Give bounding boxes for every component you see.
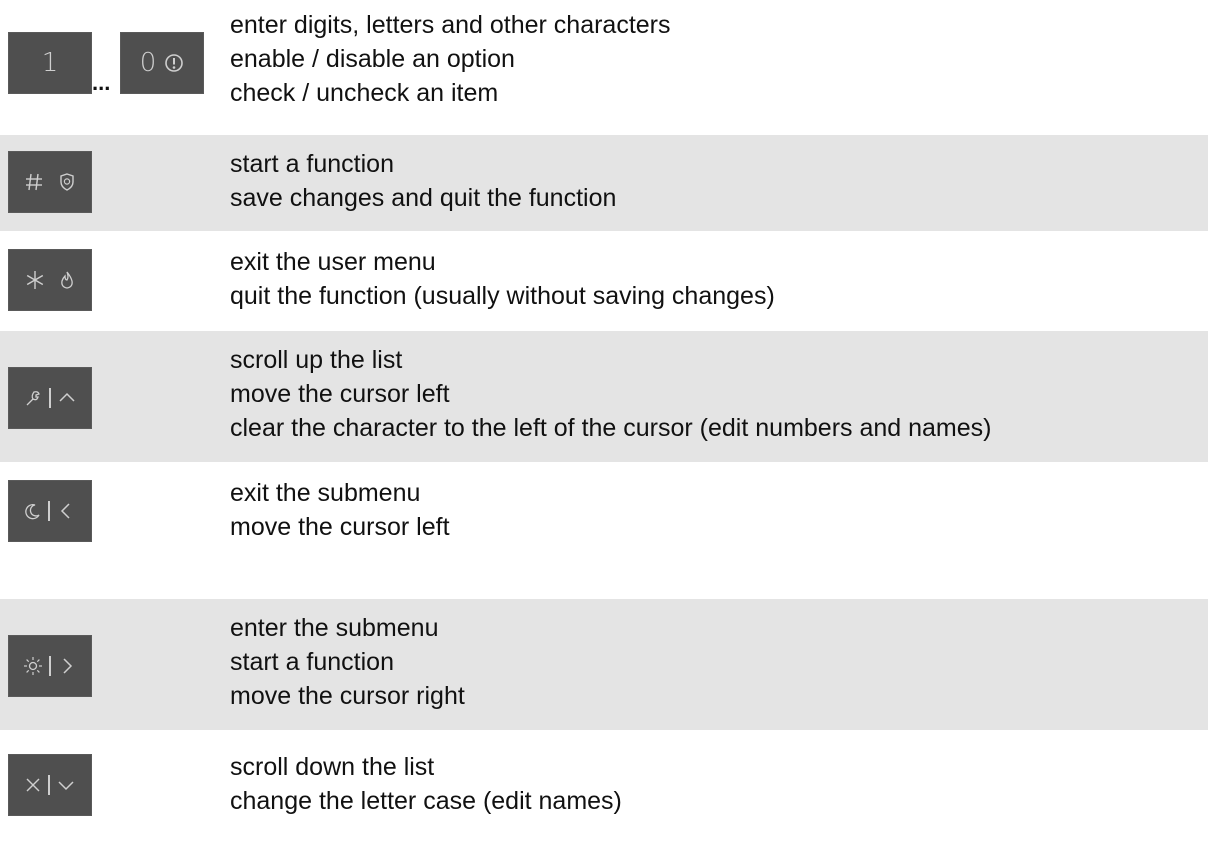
description-list: enter the submenu start a function move … (230, 611, 465, 713)
chevron-right-icon (63, 658, 72, 674)
description-line: move the cursor left (230, 513, 450, 541)
hash-icon (26, 173, 42, 191)
row-divider (0, 597, 1208, 599)
description-list: scroll down the list change the letter c… (230, 750, 622, 818)
description-line: start a function (230, 150, 394, 178)
key-row-scroll-down: scroll down the list change the letter c… (0, 730, 1208, 848)
wrench-icon (26, 391, 41, 406)
key-row-asterisk: exit the user menu quit the function (us… (0, 231, 1208, 329)
chevron-left-icon (60, 503, 70, 519)
fire-icon (61, 271, 73, 289)
key-divider (48, 775, 50, 795)
key-divider (49, 388, 51, 408)
digit-0-label: 0 (139, 48, 157, 78)
key-row-digits: 1 0 ... enter digits, letters and other … (0, 0, 1208, 133)
description-line: start a function (230, 648, 394, 676)
keypad-key-1: 1 (8, 32, 92, 94)
close-icon (26, 778, 40, 792)
key-divider (48, 501, 50, 521)
description-list: exit the user menu quit the function (us… (230, 245, 775, 313)
key-row-submenu-exit: exit the submenu move the cursor left (0, 462, 1208, 560)
keypad-key-down (8, 754, 92, 816)
key-row-scroll-up: scroll up the list move the cursor left … (0, 329, 1208, 462)
keypad-key-asterisk (8, 249, 92, 311)
description-line: exit the user menu (230, 248, 436, 276)
asterisk-icon (26, 271, 44, 289)
keypad-key-up (8, 367, 92, 429)
key-row-hash: start a function save changes and quit t… (0, 133, 1208, 231)
description-line: change the letter case (edit names) (230, 787, 622, 815)
moon-icon (25, 504, 40, 520)
description-line: quit the function (usually without savin… (230, 282, 775, 310)
keypad-key-hash (8, 151, 92, 213)
row-divider (0, 329, 1208, 331)
chevron-down-icon (58, 781, 74, 791)
description-line: clear the character to the left of the c… (230, 414, 992, 442)
description-line: move the cursor left (230, 380, 450, 408)
digit-1-label: 1 (41, 48, 59, 78)
key-row-submenu-enter: enter the submenu start a function move … (0, 597, 1208, 730)
description-line: enter the submenu (230, 614, 439, 642)
description-list: scroll up the list move the cursor left … (230, 343, 992, 445)
description-line: save changes and quit the function (230, 184, 617, 212)
description-line: enable / disable an option (230, 45, 515, 73)
keypad-key-0: 0 (120, 32, 204, 94)
keypad-key-left (8, 480, 92, 542)
alert-icon (165, 54, 184, 72)
description-line: scroll up the list (230, 346, 403, 374)
description-line: enter digits, letters and other characte… (230, 11, 671, 39)
description-list: start a function save changes and quit t… (230, 147, 616, 215)
description-list: enter digits, letters and other characte… (230, 8, 671, 110)
row-divider (0, 133, 1208, 135)
description-list: exit the submenu move the cursor left (230, 476, 450, 544)
description-line: check / uncheck an item (230, 79, 499, 107)
key-range-ellipsis: ... (92, 70, 111, 95)
description-line: move the cursor right (230, 682, 465, 710)
sun-icon (24, 657, 43, 675)
police-shield-icon (60, 173, 74, 191)
key-divider (49, 656, 51, 676)
chevron-up-icon (59, 392, 75, 402)
description-line: scroll down the list (230, 753, 435, 781)
description-line: exit the submenu (230, 479, 421, 507)
keypad-key-right (8, 635, 92, 697)
